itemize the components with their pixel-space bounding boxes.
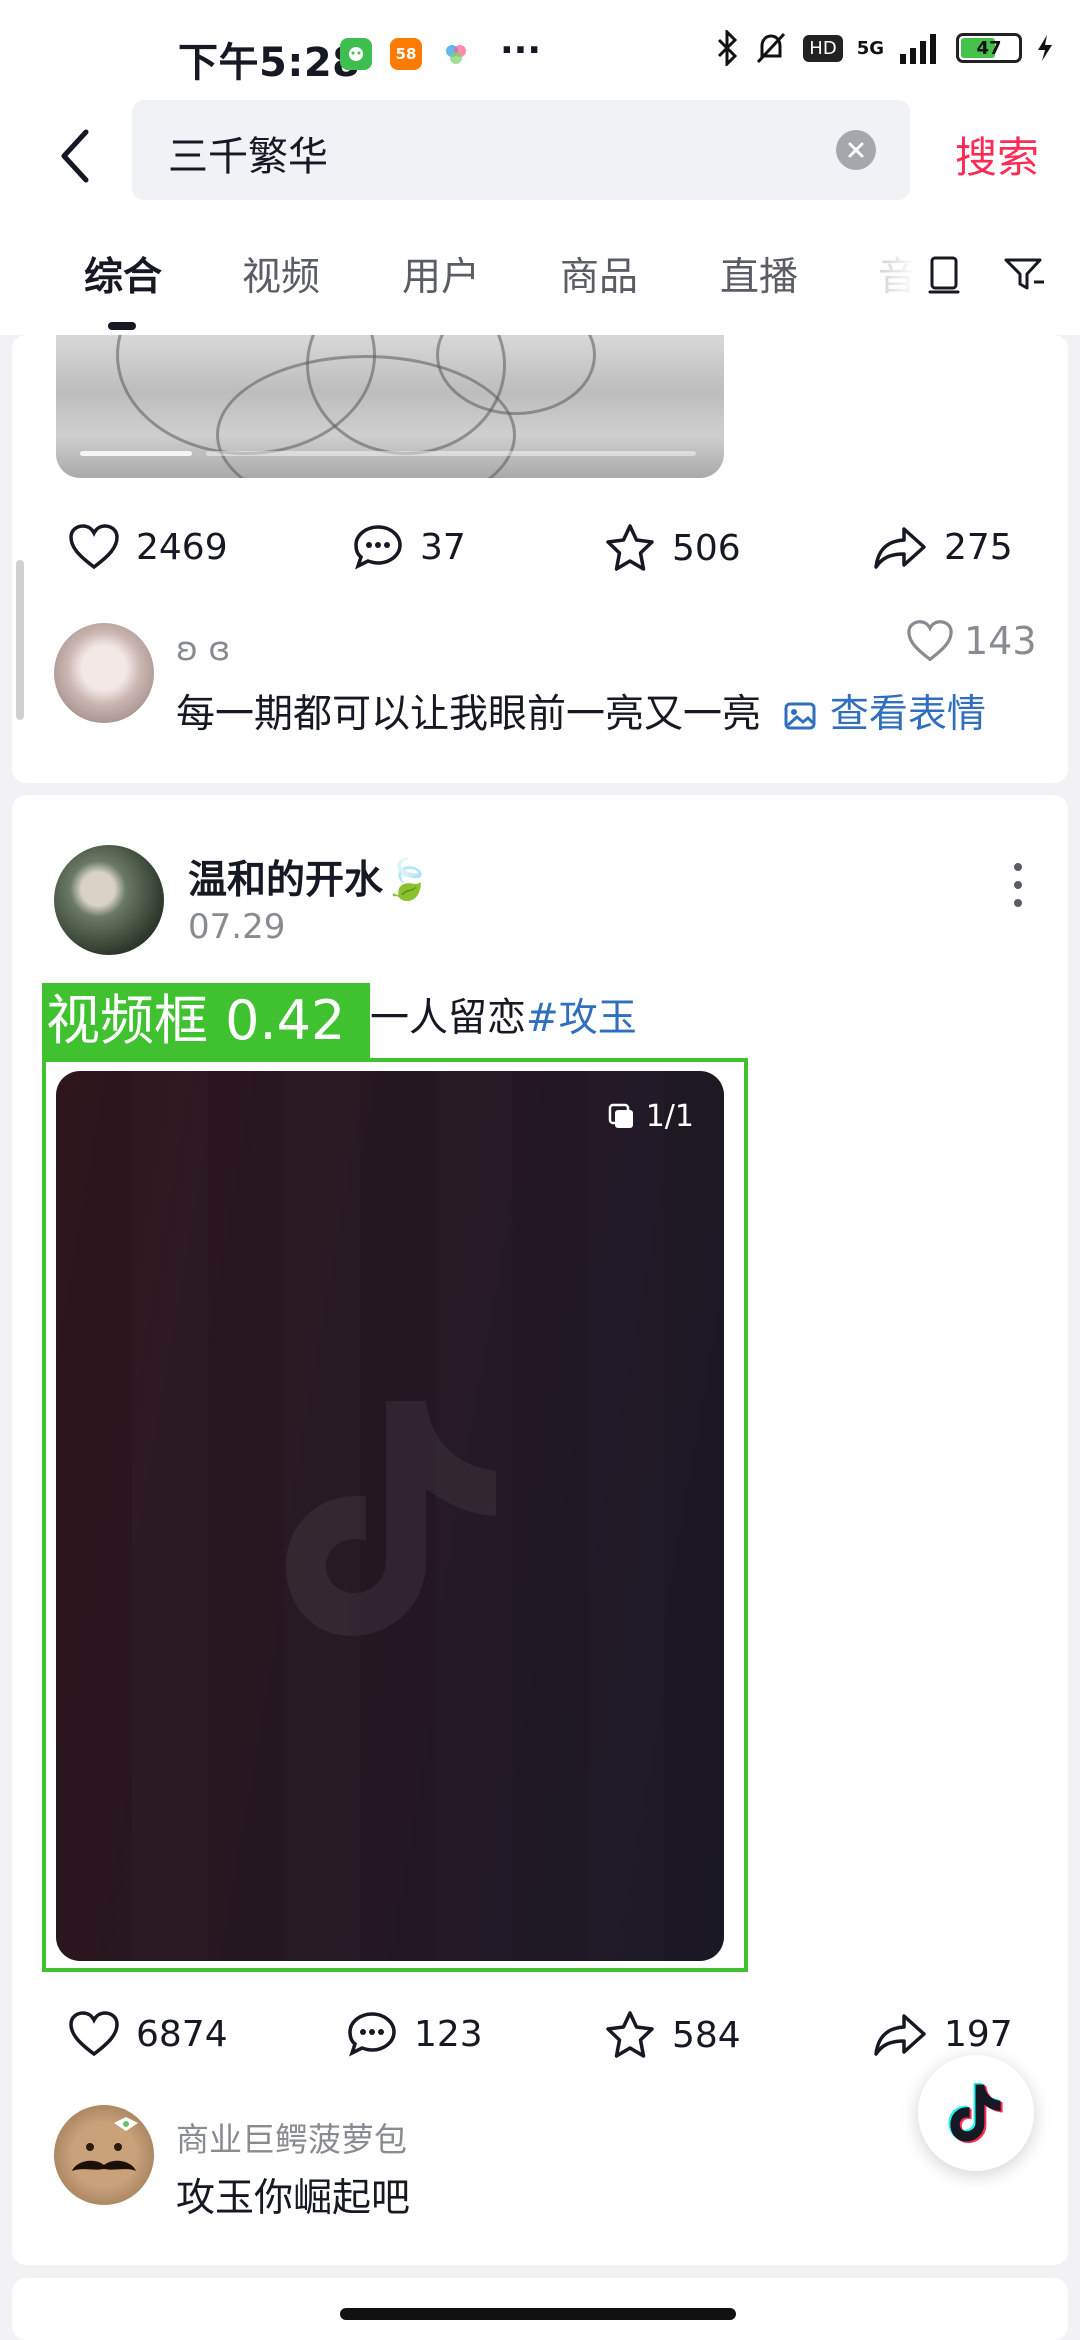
share-button[interactable]: 197: [872, 2010, 1013, 2058]
favorite-count: 506: [672, 527, 741, 569]
tab-live[interactable]: 直播: [720, 246, 798, 302]
search-query: 三千繁华: [168, 134, 328, 180]
charging-icon: [1038, 35, 1052, 61]
battery-icon: 47: [956, 33, 1022, 63]
comment-count: 37: [420, 526, 466, 568]
network-type: 5G: [856, 37, 884, 59]
status-bar: 下午5:28 58 ··· HD 5G 47: [0, 0, 1080, 100]
status-time: 下午5:28: [178, 40, 361, 86]
green-app-icon: [340, 38, 372, 70]
mustache-avatar-icon: [72, 2117, 138, 2171]
status-app-icons: 58: [340, 38, 472, 70]
heart-icon: [69, 524, 119, 570]
like-button[interactable]: 6874: [68, 2010, 228, 2058]
star-icon: [606, 524, 654, 571]
post-card-1: 2469 37 506 275 ʚ ɞ 每一期都可以让我眼前一亮又一亮 查看表情…: [12, 335, 1068, 783]
caption-text: 一人留恋: [370, 996, 527, 1041]
post-1-actions: 2469 37 506 275: [12, 523, 1068, 593]
search-submit-button[interactable]: 搜索: [955, 124, 1039, 185]
carousel-progress-track: [206, 451, 696, 456]
comment-count: 123: [414, 2013, 483, 2055]
commenter-avatar[interactable]: [54, 2105, 154, 2205]
author-name[interactable]: 温和的开水🍃: [188, 849, 432, 905]
favorite-count: 584: [672, 2014, 741, 2056]
comment-icon: [348, 2012, 396, 2057]
tab-active-indicator: [108, 322, 136, 330]
star-icon: [606, 2011, 654, 2058]
back-button[interactable]: [46, 116, 106, 196]
58-app-icon: 58: [390, 38, 422, 70]
layout-toggle-icon[interactable]: [920, 250, 968, 298]
commenter-name[interactable]: 商业巨鳄菠萝包: [176, 2113, 407, 2161]
bluetooth-icon: [718, 30, 738, 66]
share-count: 275: [944, 526, 1013, 568]
search-results-page: 下午5:28 58 ··· HD 5G 47 三千繁华 搜索 综合 视频 用户 …: [0, 0, 1080, 2340]
comment-button[interactable]: 123: [346, 2010, 483, 2058]
detection-label: 视频框 0.42: [42, 983, 370, 1059]
signal-icon: [900, 34, 936, 64]
comment-text: 每一期都可以让我眼前一亮又一亮 查看表情: [176, 683, 986, 739]
comment-like-button[interactable]: 143: [906, 619, 1037, 663]
hd-badge: HD: [803, 34, 843, 62]
favorite-button[interactable]: 506: [604, 523, 741, 573]
favorite-button[interactable]: 584: [604, 2010, 741, 2060]
more-notifications-icon: ···: [500, 30, 542, 71]
comment-text: 攻玉你崛起吧: [176, 2176, 411, 2221]
tab-comprehensive[interactable]: 综合: [84, 246, 162, 302]
close-icon: [848, 142, 864, 158]
filter-icon[interactable]: [1000, 250, 1048, 298]
commenter-name[interactable]: ʚ ɞ: [176, 629, 230, 668]
more-options-icon[interactable]: [1008, 855, 1028, 915]
share-button[interactable]: 275: [872, 523, 1013, 571]
comment-like-count: 143: [964, 619, 1037, 663]
hashtag-link[interactable]: #攻玉: [526, 996, 637, 1041]
detection-box: [42, 1058, 748, 1972]
heart-icon: [69, 2011, 119, 2057]
comment-body: 每一期都可以让我眼前一亮又一亮: [176, 692, 762, 737]
search-header: 三千繁华 搜索: [0, 100, 1080, 210]
comment-button[interactable]: 37: [352, 523, 466, 571]
post-card-2: 温和的开水🍃 07.29 一人留恋#攻玉 视频框 0.42 1/1 6874 1…: [12, 795, 1068, 2265]
post-date: 07.29: [188, 907, 286, 947]
home-indicator[interactable]: [340, 2308, 736, 2320]
image-icon: [784, 702, 816, 730]
status-right-icons: HD 5G 47: [715, 30, 1054, 66]
commenter-avatar[interactable]: [54, 623, 154, 723]
tab-products[interactable]: 商品: [560, 246, 638, 302]
tiktok-logo-icon: [948, 2082, 1003, 2144]
post-image[interactable]: [56, 335, 724, 478]
like-button[interactable]: 2469: [68, 523, 228, 571]
back-arrow-icon: [61, 129, 89, 183]
view-emoji-link[interactable]: 查看表情: [773, 692, 986, 737]
battery-level: 47: [976, 37, 1002, 59]
carousel-progress-active: [80, 451, 192, 456]
result-tabs: 综合 视频 用户 商品 直播 音: [0, 210, 1080, 335]
emoji-link-label: 查看表情: [829, 692, 986, 737]
like-count: 6874: [136, 2013, 228, 2055]
tab-video[interactable]: 视频: [242, 246, 320, 302]
tab-users[interactable]: 用户: [402, 246, 480, 302]
flower-app-icon: [440, 38, 472, 70]
share-icon: [874, 527, 926, 569]
post-2-actions: 6874 123 584 197: [12, 2010, 1068, 2080]
search-input[interactable]: 三千繁华: [132, 100, 910, 200]
heart-icon: [907, 620, 953, 662]
like-count: 2469: [136, 526, 228, 568]
comment-icon: [354, 525, 402, 570]
floating-tiktok-button[interactable]: [918, 2055, 1034, 2171]
scroll-indicator: [16, 560, 24, 720]
muted-bell-icon: [757, 32, 786, 64]
author-avatar[interactable]: [54, 845, 164, 955]
share-count: 197: [944, 2013, 1013, 2055]
clear-search-button[interactable]: [836, 130, 876, 170]
share-icon: [874, 2014, 926, 2056]
